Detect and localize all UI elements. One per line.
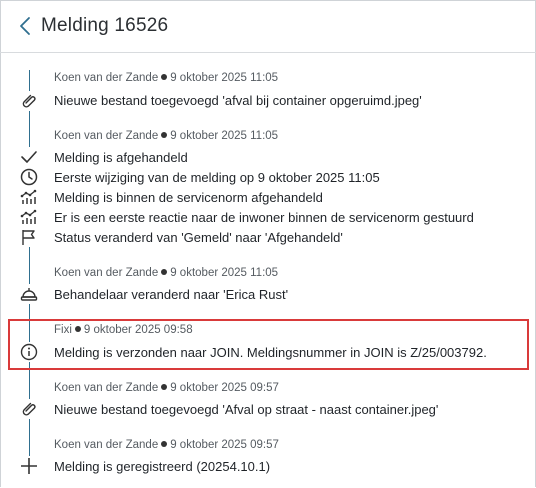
entry-text: Melding is afgehandeld (54, 150, 188, 165)
highlight-box (8, 319, 529, 370)
paperclip-icon (19, 91, 39, 111)
entry-meta: Koen van der Zande 9 oktober 2025 11:05 (54, 72, 278, 84)
helmet-icon (19, 284, 39, 304)
entry-text: Melding is binnen de servicenorm afgehan… (54, 190, 323, 205)
entry-meta: Koen van der Zande 9 oktober 2025 11:05 (54, 130, 278, 142)
header: Melding 16526 (0, 0, 536, 53)
chart-icon (19, 207, 39, 227)
chart-icon (19, 187, 39, 207)
entry-timestamp: 9 oktober 2025 09:57 (170, 382, 279, 394)
entry-timestamp: 9 oktober 2025 09:57 (170, 439, 279, 451)
plus-icon (19, 456, 39, 476)
entry-meta: Koen van der Zande 9 oktober 2025 11:05 (54, 267, 278, 279)
separator-dot (161, 384, 168, 390)
separator-dot (161, 132, 168, 138)
checkmark-icon (19, 147, 39, 167)
entry-timestamp: 9 oktober 2025 11:05 (170, 130, 279, 142)
flag-icon (19, 227, 39, 247)
entry-text: Nieuwe bestand toegevoegd 'afval bij con… (54, 93, 422, 108)
entry-author: Koen van der Zande (54, 382, 159, 394)
separator-dot (161, 74, 168, 80)
entry-author: Koen van der Zande (54, 72, 159, 84)
entry-author: Koen van der Zande (54, 267, 159, 279)
entry-text: Status veranderd van 'Gemeld' naar 'Afge… (54, 230, 343, 245)
entry-text: Behandelaar veranderd naar 'Erica Rust' (54, 287, 289, 302)
entry-text: Nieuwe bestand toegevoegd 'Afval op stra… (54, 402, 439, 417)
separator-dot (161, 269, 168, 275)
entry-text: Eerste wijziging van de melding op 9 okt… (54, 170, 380, 185)
entry-text: Er is een eerste reactie naar de inwoner… (54, 210, 474, 225)
entry-author: Koen van der Zande (54, 439, 159, 451)
entry-text: Melding is geregistreerd (20254.10.1) (54, 459, 271, 474)
entry-timestamp: 9 oktober 2025 11:05 (170, 72, 279, 84)
separator-dot (161, 441, 168, 447)
entry-meta: Koen van der Zande 9 oktober 2025 09:57 (54, 439, 279, 451)
back-chevron-icon[interactable] (16, 14, 36, 38)
entry-timestamp: 9 oktober 2025 11:05 (170, 267, 279, 279)
entry-meta: Koen van der Zande 9 oktober 2025 09:57 (54, 382, 279, 394)
entry-author: Koen van der Zande (54, 130, 159, 142)
paperclip-icon (19, 399, 39, 419)
clock-icon (19, 167, 39, 187)
page-title: Melding 16526 (41, 15, 169, 36)
